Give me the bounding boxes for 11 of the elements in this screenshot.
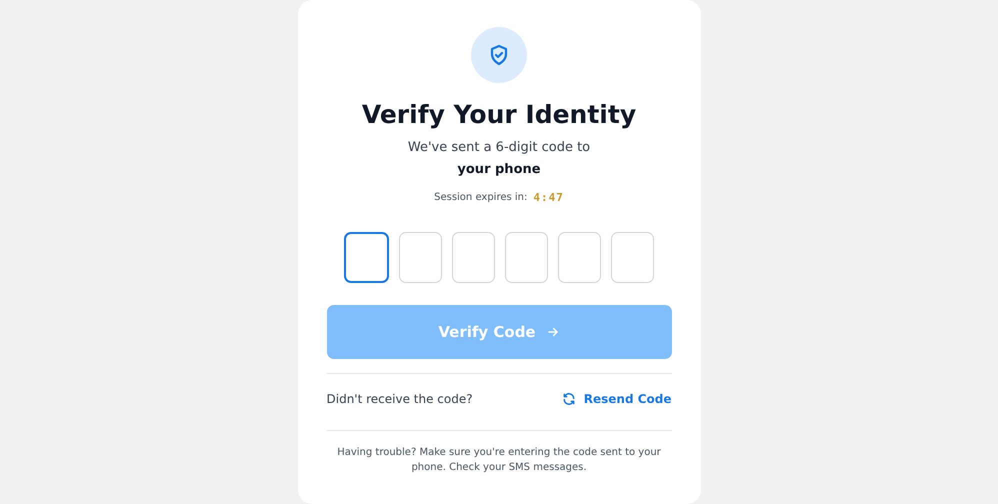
session-label: Session expires in: bbox=[434, 192, 528, 203]
page-title: Verify Your Identity bbox=[362, 99, 636, 131]
help-text: Having trouble? Make sure you're entering the code sent to your phone. Check your SMS messages. bbox=[336, 446, 662, 475]
arrow-right-icon bbox=[546, 325, 560, 339]
subtitle: We've sent a 6-digit code to bbox=[408, 139, 590, 157]
destination-text: your phone bbox=[457, 161, 541, 179]
refresh-icon bbox=[562, 392, 576, 406]
session-timer: 4:47 bbox=[533, 191, 564, 204]
resend-prompt: Didn't receive the code? bbox=[326, 392, 473, 406]
resend-code-link[interactable]: Resend Code bbox=[562, 392, 672, 406]
code-digit-field[interactable] bbox=[344, 232, 389, 283]
